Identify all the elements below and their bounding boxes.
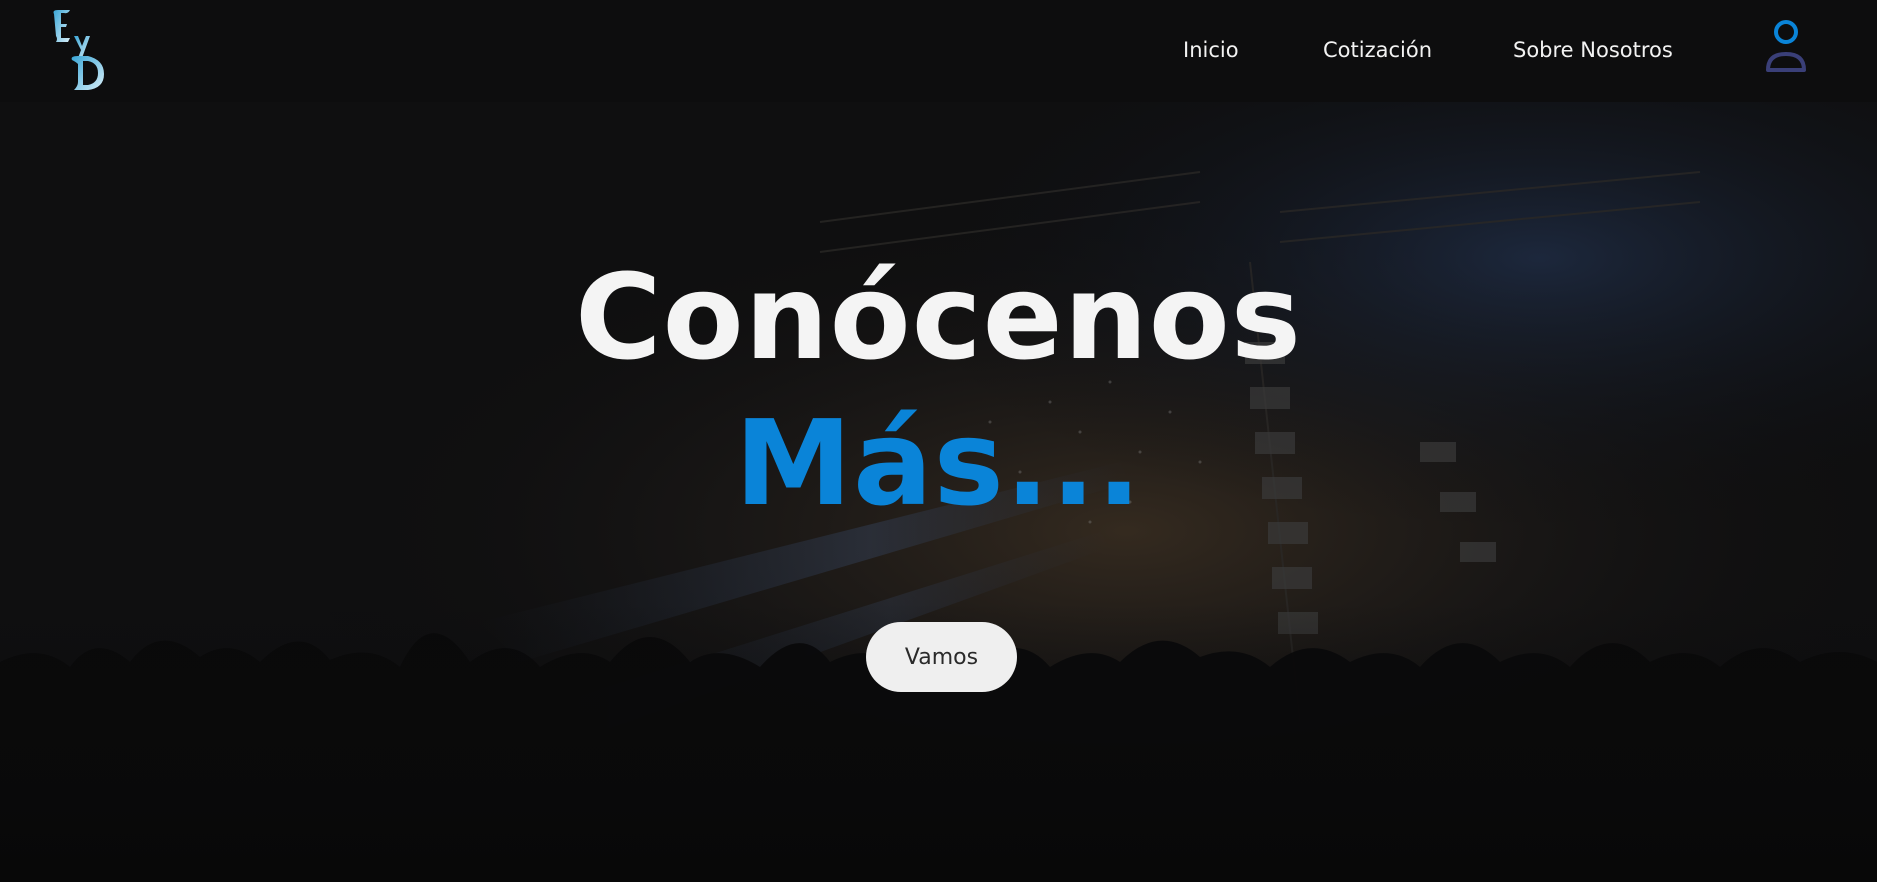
hero-title-line1: Conócenos xyxy=(574,248,1303,386)
nav-link-inicio[interactable]: Inicio xyxy=(1183,38,1239,62)
navbar: Inicio Cotización Sobre Nosotros xyxy=(0,0,1877,102)
nav-link-sobre-nosotros[interactable]: Sobre Nosotros xyxy=(1513,38,1673,62)
nav-link-cotizacion[interactable]: Cotización xyxy=(1323,38,1432,62)
site-logo[interactable] xyxy=(48,6,112,90)
user-icon xyxy=(1766,20,1806,72)
hero-title-line2: Más... xyxy=(734,394,1143,532)
user-account-button[interactable] xyxy=(1762,18,1810,76)
logo-mark xyxy=(53,10,104,90)
vamos-button[interactable]: Vamos xyxy=(866,622,1017,692)
hero-section: Conócenos Más... Vamos xyxy=(0,102,1877,882)
page: Inicio Cotización Sobre Nosotros Conócen… xyxy=(0,0,1877,882)
